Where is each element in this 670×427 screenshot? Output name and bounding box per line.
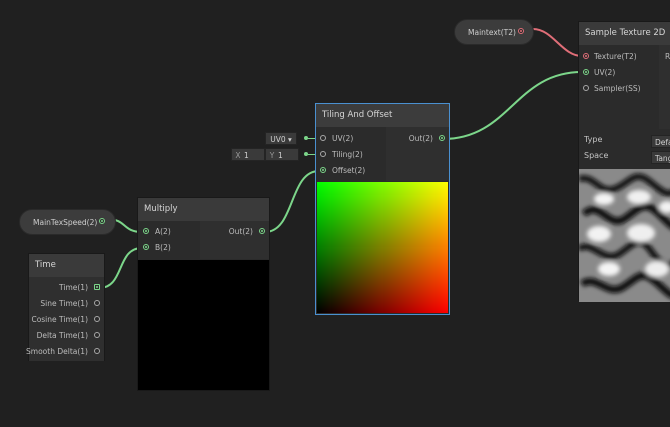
cloud-noise-preview	[579, 169, 670, 302]
tiling-x-field[interactable]: X1	[231, 148, 265, 161]
tiling-node-title: Tiling And Offset	[316, 104, 449, 127]
smooth-delta-label: Smooth Delta(1)	[26, 347, 88, 356]
tiling-out-port[interactable]	[439, 135, 445, 141]
delta-time-port[interactable]	[94, 332, 100, 338]
sample-settings: Type Defa Space Tang	[579, 129, 670, 169]
sample-input-texture[interactable]: Texture(T2)	[583, 50, 637, 64]
delta-time-output[interactable]: Delta Time(1)	[37, 329, 100, 343]
wire-multiply-out-to-offset	[264, 170, 320, 233]
uv-channel-value: UV0	[270, 135, 286, 144]
type-value: Defa	[655, 138, 670, 147]
sample-input-uv[interactable]: UV(2)	[583, 66, 615, 80]
tiling-tiling-label: Tiling(2)	[332, 150, 363, 159]
chevron-down-icon: ▾	[288, 135, 292, 144]
tiling-uv-preview	[317, 182, 448, 313]
sample-output-r[interactable]: R	[665, 50, 670, 64]
maintext-property-node[interactable]: Maintext(T2)	[454, 19, 534, 45]
multiply-out-label: Out(2)	[228, 227, 253, 236]
sine-time-port[interactable]	[94, 300, 100, 306]
sample-node-ports: Texture(T2) UV(2) Sampler(SS) R	[579, 45, 670, 129]
tiling-offset-label: Offset(2)	[332, 166, 366, 175]
main-tex-speed-label: MainTexSpeed(2)	[33, 218, 98, 227]
tiling-offset-port[interactable]	[320, 167, 326, 173]
tiling-node-ports: UV(2) Tiling(2) Offset(2) Out(2)	[316, 127, 449, 181]
tiling-input-offset[interactable]: Offset(2)	[320, 164, 365, 178]
time-output-time[interactable]: Time(1)	[59, 281, 100, 295]
time-node[interactable]: Time Time(1) Sine Time(1) Cosine Time(1)…	[26, 253, 105, 361]
sample-output-r-label: R	[665, 52, 670, 61]
multiply-preview	[138, 260, 269, 390]
wire-time-to-b	[98, 247, 143, 289]
main-tex-speed-property-node[interactable]: MainTexSpeed(2)	[19, 209, 116, 235]
texture-preview	[579, 169, 670, 302]
multiply-b-port[interactable]	[143, 244, 149, 250]
multiply-out-port[interactable]	[259, 228, 265, 234]
main-tex-speed-output-port[interactable]	[99, 218, 105, 224]
sample-input-sampler[interactable]: Sampler(SS)	[583, 82, 641, 96]
sample-sampler-label: Sampler(SS)	[594, 84, 641, 93]
cosine-time-output[interactable]: Cosine Time(1)	[31, 313, 100, 327]
sample-node-title: Sample Texture 2D	[579, 22, 670, 45]
maintext-output-port[interactable]	[518, 28, 524, 34]
tiling-input-tiling[interactable]: Tiling(2)	[320, 148, 363, 162]
space-value: Tang	[655, 154, 670, 163]
tiling-input-uv[interactable]: UV(2)	[320, 132, 353, 146]
multiply-b-label: B(2)	[155, 243, 171, 252]
tiling-output[interactable]: Out(2)	[409, 132, 445, 146]
cosine-time-label: Cosine Time(1)	[31, 315, 88, 324]
sample-texture-port[interactable]	[583, 53, 589, 59]
time-output-label: Time(1)	[59, 283, 88, 292]
space-label: Space	[584, 151, 609, 160]
tiling-y-value: 1	[278, 151, 283, 160]
time-output-port[interactable]	[94, 284, 100, 290]
sample-sampler-port[interactable]	[583, 85, 589, 91]
tiling-uv-label: UV(2)	[332, 134, 354, 143]
time-node-outputs: Time(1) Sine Time(1) Cosine Time(1) Delt…	[26, 277, 104, 361]
sine-time-output[interactable]: Sine Time(1)	[40, 297, 100, 311]
tiling-y-label: Y	[269, 151, 275, 160]
multiply-node-ports: A(2) B(2) Out(2)	[138, 221, 269, 259]
uv-channel-dropdown[interactable]: UV0 ▾	[265, 132, 297, 145]
type-dropdown[interactable]: Defa	[651, 135, 670, 148]
tiling-x-label: X	[235, 151, 241, 160]
tiling-and-offset-node[interactable]: Tiling And Offset UV(2) Tiling(2) Offset…	[315, 103, 450, 315]
delta-time-label: Delta Time(1)	[36, 331, 88, 340]
sine-time-label: Sine Time(1)	[40, 299, 88, 308]
tiling-tiling-port[interactable]	[320, 151, 326, 157]
sample-texture-2d-node[interactable]: Sample Texture 2D Texture(T2) UV(2) Samp…	[578, 21, 670, 302]
multiply-a-port[interactable]	[143, 228, 149, 234]
time-node-title: Time	[29, 254, 104, 277]
tiling-uv-port[interactable]	[320, 135, 326, 141]
tiling-x-value: 1	[244, 151, 249, 160]
sample-uv-port[interactable]	[583, 69, 589, 75]
tiling-y-field[interactable]: Y1	[265, 148, 299, 161]
multiply-node[interactable]: Multiply A(2) B(2) Out(2)	[137, 197, 270, 391]
wire-tiling-out-to-uv	[442, 71, 583, 140]
sample-texture-label: Texture(T2)	[594, 52, 637, 61]
type-label: Type	[584, 135, 603, 144]
multiply-node-title: Multiply	[138, 198, 269, 221]
multiply-a-label: A(2)	[155, 227, 171, 236]
maintext-property-label: Maintext(T2)	[468, 28, 516, 37]
multiply-input-b[interactable]: B(2)	[143, 241, 171, 255]
sample-uv-label: UV(2)	[594, 68, 616, 77]
smooth-delta-port[interactable]	[94, 348, 100, 354]
cosine-time-port[interactable]	[94, 316, 100, 322]
space-dropdown[interactable]: Tang	[651, 151, 670, 164]
wire-maintext-to-texture	[532, 28, 583, 57]
smooth-delta-output[interactable]: Smooth Delta(1)	[26, 345, 100, 359]
multiply-input-a[interactable]: A(2)	[143, 225, 171, 239]
multiply-output[interactable]: Out(2)	[229, 225, 265, 239]
uv-gradient-canvas	[317, 182, 448, 313]
tiling-out-label: Out(2)	[408, 134, 433, 143]
